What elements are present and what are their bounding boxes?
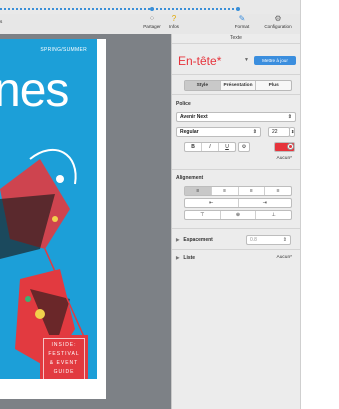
inside-festival-badge: INSIDE: FESTIVAL & EVENT GUIDE: [40, 335, 88, 379]
alignment-section-label: Alignement: [176, 175, 204, 181]
settings-label: Configuration: [264, 24, 292, 29]
font-weight-popup[interactable]: Regular ⇕: [176, 127, 261, 137]
list-label: Liste: [183, 255, 196, 261]
tips-label: Infos: [169, 24, 179, 29]
align-right-button[interactable]: ≡: [239, 187, 266, 195]
inspector-tabs: Style Présentation Plus: [184, 80, 292, 91]
disclosure-triangle-icon: ▶: [176, 255, 180, 260]
font-size-field[interactable]: 22: [268, 127, 290, 137]
decrease-indent-button[interactable]: ⇤: [185, 199, 239, 207]
divider: [172, 169, 300, 170]
app-window: s ⁘ Partager ? Infos ✎ Format ⚙ Configur…: [0, 0, 301, 409]
format-label: Format: [234, 24, 250, 29]
divider: [172, 94, 300, 95]
increase-indent-button[interactable]: ⇥: [239, 199, 292, 207]
char-style-value[interactable]: Aucun*: [277, 156, 292, 161]
selection-guide-dot: [150, 7, 154, 11]
stepper-icon: ⇕: [291, 129, 295, 134]
font-family-value: Avenir Next: [180, 114, 208, 120]
divider: [172, 249, 300, 250]
text-color-well[interactable]: [274, 142, 295, 152]
format-brush-icon: ✎: [238, 14, 246, 23]
gear-icon: ⚙: [241, 144, 247, 150]
bold-button[interactable]: B: [185, 143, 202, 151]
share-label: Partager: [143, 24, 161, 29]
spacing-disclosure[interactable]: ▶ Espacement: [176, 237, 213, 243]
season-label: SPRING/SUMMER: [40, 47, 87, 53]
updown-arrows-icon: ⇕: [287, 114, 292, 120]
share-button[interactable]: ⁘ Partager: [140, 14, 164, 29]
list-value[interactable]: Aucun*: [277, 255, 292, 260]
italic-button[interactable]: I: [202, 143, 219, 151]
font-family-popup[interactable]: Avenir Next ⇕: [176, 112, 296, 122]
vertical-alignment-segment: ⊤ ⊕ ⊥: [184, 210, 292, 220]
tips-icon: ?: [171, 14, 177, 23]
badge-frame: [43, 338, 85, 379]
align-left-button[interactable]: ≡: [185, 187, 212, 195]
chevron-down-icon[interactable]: ▼: [244, 57, 249, 63]
font-weight-value: Regular: [180, 129, 199, 135]
document-canvas[interactable]: SPRING/SUMMER nes INSIDE: FESTIVAL & EVE…: [0, 34, 171, 409]
paragraph-style-row: En-tête* ▼ Mettre à jour: [178, 52, 296, 68]
paragraph-style-name[interactable]: En-tête*: [178, 54, 221, 68]
inspector-title: Texte: [172, 34, 300, 44]
updown-arrows-icon: ⇕: [282, 237, 287, 243]
gear-icon: ⚙: [274, 14, 282, 23]
spacing-label: Espacement: [183, 237, 213, 243]
horizontal-alignment-segment: ≡ ≡ ≡ ≡: [184, 186, 292, 196]
tab-more[interactable]: Plus: [256, 81, 291, 90]
selection-guide-dot: [236, 7, 240, 11]
toolbar: s ⁘ Partager ? Infos ✎ Format ⚙ Configur…: [0, 14, 300, 34]
indent-segment: ⇤ ⇥: [184, 198, 292, 208]
font-section-label: Police: [176, 101, 191, 107]
tab-layout[interactable]: Présentation: [221, 81, 257, 90]
tips-button[interactable]: ? Infos: [165, 14, 183, 29]
updown-arrows-icon: ⇕: [252, 129, 257, 135]
font-size-value: 22: [272, 129, 278, 135]
selection-guide-line: [0, 8, 238, 10]
align-center-button[interactable]: ≡: [212, 187, 239, 195]
color-wheel-icon[interactable]: [288, 144, 293, 149]
font-size-stepper[interactable]: ⇕: [289, 127, 295, 137]
share-icon: ⁘: [148, 14, 156, 23]
align-bottom-button[interactable]: ⊥: [256, 211, 291, 219]
text-options-button[interactable]: ⚙: [238, 142, 250, 152]
char-style-segment: B I U: [184, 142, 236, 152]
spacing-value: 0.8: [250, 237, 257, 243]
align-middle-button[interactable]: ⊕: [221, 211, 257, 219]
toolbar-left-label: s: [0, 19, 3, 24]
align-top-button[interactable]: ⊤: [185, 211, 221, 219]
tab-style[interactable]: Style: [185, 81, 221, 90]
list-disclosure[interactable]: ▶ Liste: [176, 255, 195, 261]
spacing-popup[interactable]: 0.8 ⇕: [246, 235, 291, 245]
format-button[interactable]: ✎ Format: [231, 14, 253, 29]
divider: [172, 228, 300, 229]
format-inspector: Texte En-tête* ▼ Mettre à jour Style Pré…: [171, 34, 300, 409]
settings-button[interactable]: ⚙ Configuration: [260, 14, 296, 29]
disclosure-triangle-icon: ▶: [176, 237, 180, 242]
document-page[interactable]: SPRING/SUMMER nes INSIDE: FESTIVAL & EVE…: [0, 39, 106, 399]
update-style-button[interactable]: Mettre à jour: [254, 56, 296, 65]
align-justify-button[interactable]: ≡: [265, 187, 291, 195]
divider: [172, 74, 300, 75]
underline-button[interactable]: U: [219, 143, 235, 151]
cover-image[interactable]: SPRING/SUMMER nes INSIDE: FESTIVAL & EVE…: [0, 39, 97, 379]
